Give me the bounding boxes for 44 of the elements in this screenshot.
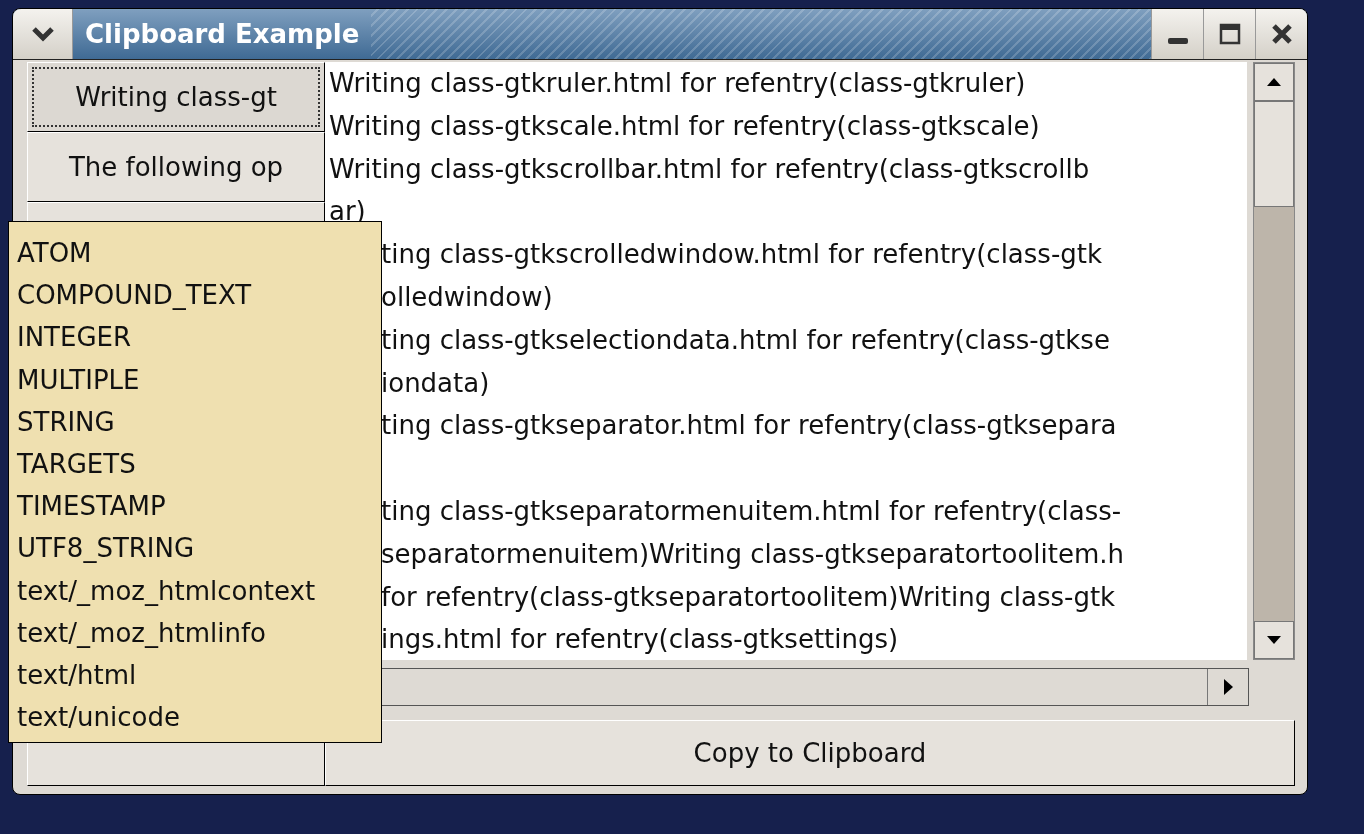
- text-line: olledwindow): [381, 282, 553, 312]
- text-line: iondata): [381, 367, 490, 398]
- scroll-thumb[interactable]: [1254, 101, 1294, 207]
- vertical-scrollbar[interactable]: [1253, 62, 1295, 660]
- side-button[interactable]: Writing class-gt: [27, 62, 325, 132]
- menu-item[interactable]: INTEGER: [17, 316, 381, 359]
- text-line: ings.html for refentry(class-gtksettings): [381, 624, 899, 655]
- menu-item[interactable]: TIMESTAMP: [17, 485, 381, 528]
- minimize-button[interactable]: [1151, 9, 1203, 59]
- maximize-icon: [1218, 23, 1241, 45]
- window-menu-button[interactable]: [13, 9, 73, 59]
- text-line: separatormenuitem)Writing class-gtkseparatortoolitem.h: [381, 538, 1124, 569]
- text-line: Writing class-gtkruler.html for refentry(class-gtkruler): [329, 68, 1026, 98]
- down-arrow-icon: [1267, 636, 1281, 644]
- text-line: ting class-gtkscrolledwindow.html for refentry(class-gtk: [381, 239, 1103, 270]
- copy-button[interactable]: Copy to Clipboard: [325, 720, 1295, 786]
- text-line: ting class-gtkseparatormenuitem.html for refentry(class-: [381, 495, 1122, 526]
- menu-item[interactable]: STRING: [17, 400, 381, 443]
- menu-item[interactable]: text/_moz_htmlcontext: [17, 569, 381, 612]
- menu-item[interactable]: COMPOUND_TEXT: [17, 274, 381, 317]
- menu-item[interactable]: MULTIPLE: [17, 358, 381, 401]
- side-button[interactable]: The following op: [27, 132, 325, 202]
- text-line: Writing class-gtkscale.html for refentry(class-gtkscale): [329, 110, 1040, 141]
- menu-item[interactable]: text/_moz_htmlinfo: [17, 611, 381, 655]
- close-icon: [1270, 23, 1293, 45]
- menu-item[interactable]: text/html: [17, 654, 381, 697]
- text-view[interactable]: [325, 62, 1247, 660]
- menu-item[interactable]: ATOM: [17, 232, 381, 275]
- minimize-icon: [1167, 38, 1188, 44]
- chevron-down-icon: [31, 26, 54, 42]
- menu-item[interactable]: UTF8_STRING: [17, 527, 381, 570]
- maximize-button[interactable]: [1203, 9, 1255, 59]
- up-arrow-icon: [1267, 78, 1281, 86]
- text-line: ting class-gtkseparator.html for refentry(class-gtksepara: [381, 410, 1117, 441]
- text-line: ar): [329, 196, 366, 227]
- menu-item[interactable]: TARGETS: [17, 443, 381, 486]
- text-line: Writing class-gtkscrollbar.html for refentry(class-gtkscrollb: [329, 153, 1090, 184]
- scroll-down-button[interactable]: [1254, 621, 1294, 659]
- right-arrow-icon: [1223, 679, 1233, 695]
- text-line: ting class-gtkselectiondata.html for refentry(class-gtkse: [381, 324, 1110, 355]
- text-line: for refentry(class-gtkseparatortoolitem)Writing class-gtk: [381, 581, 1116, 612]
- window-title: Clipboard Example: [84, 19, 361, 49]
- close-button[interactable]: [1255, 9, 1307, 59]
- scroll-up-button[interactable]: [1254, 63, 1294, 101]
